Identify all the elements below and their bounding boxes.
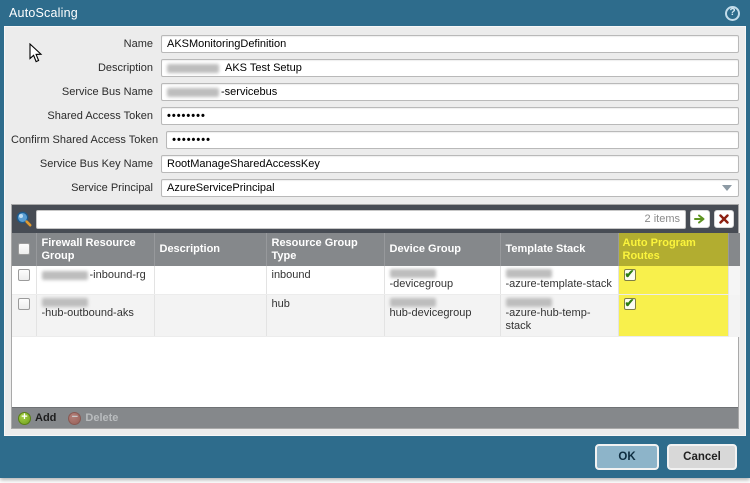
cell-device-group: hub-devicegroup bbox=[384, 295, 500, 337]
column-header-firewall-resource-group[interactable]: Firewall Resource Group bbox=[36, 233, 154, 266]
redacted-text bbox=[42, 298, 88, 307]
scrollbar-strip bbox=[728, 233, 740, 266]
service-bus-key-name-label: Service Bus Key Name bbox=[11, 158, 161, 170]
auto-program-routes-checkbox[interactable] bbox=[624, 298, 636, 310]
row-checkbox[interactable] bbox=[18, 298, 30, 310]
plus-icon: + bbox=[18, 412, 31, 425]
shared-access-token-field[interactable]: •••••••• bbox=[161, 107, 739, 125]
form-row-service-principal: Service Principal AzureServicePrincipal bbox=[11, 179, 739, 197]
cell-resource-group-type: hub bbox=[266, 295, 384, 337]
cell-description bbox=[154, 295, 266, 337]
minus-icon: − bbox=[68, 412, 81, 425]
dialog-content: Name AKSMonitoringDefinition Description… bbox=[4, 26, 746, 436]
clear-filter-button[interactable] bbox=[714, 210, 734, 228]
redacted-text bbox=[390, 269, 436, 278]
row-select-cell bbox=[12, 295, 36, 337]
redacted-text bbox=[506, 298, 552, 307]
service-bus-name-field[interactable]: -servicebus bbox=[161, 83, 739, 101]
table-row[interactable]: -inbound-rg inbound -devicegroup -azure-… bbox=[12, 266, 740, 295]
form-row-service-bus-name: Service Bus Name -servicebus bbox=[11, 83, 739, 101]
apply-filter-button[interactable] bbox=[690, 210, 710, 228]
cell-firewall-resource-group: -hub-outbound-aks bbox=[36, 295, 154, 337]
filter-text-input[interactable] bbox=[42, 212, 645, 227]
add-button[interactable]: + Add bbox=[18, 412, 56, 425]
redacted-text bbox=[167, 88, 219, 97]
cell-auto-program-routes bbox=[618, 295, 728, 337]
column-header-resource-group-type[interactable]: Resource Group Type bbox=[266, 233, 384, 266]
form-row-service-bus-key-name: Service Bus Key Name RootManageSharedAcc… bbox=[11, 155, 739, 173]
cell-device-group: -devicegroup bbox=[384, 266, 500, 295]
help-icon[interactable]: ? bbox=[725, 6, 740, 21]
cell-description bbox=[154, 266, 266, 295]
filter-input[interactable]: 2 items bbox=[36, 210, 686, 229]
column-header-description[interactable]: Description bbox=[154, 233, 266, 266]
description-field[interactable]: AKS Test Setup bbox=[161, 59, 739, 77]
shared-access-token-label: Shared Access Token bbox=[11, 110, 161, 122]
service-principal-dropdown[interactable]: AzureServicePrincipal bbox=[161, 179, 739, 197]
cell-template-stack: -azure-hub-temp-stack bbox=[500, 295, 618, 337]
dialog-footer: OK Cancel bbox=[0, 436, 750, 478]
cell-auto-program-routes bbox=[618, 266, 728, 295]
apply-filter-arrow-icon bbox=[694, 214, 706, 224]
row-select-cell bbox=[12, 266, 36, 295]
form-row-description: Description AKS Test Setup bbox=[11, 59, 739, 77]
table-toolbar: + Add − Delete bbox=[12, 407, 738, 428]
delete-button[interactable]: − Delete bbox=[68, 412, 118, 425]
column-header-device-group[interactable]: Device Group bbox=[384, 233, 500, 266]
form-row-shared-access-token: Shared Access Token •••••••• bbox=[11, 107, 739, 125]
search-icon bbox=[15, 210, 33, 228]
scrollbar-strip bbox=[728, 295, 740, 337]
ok-button[interactable]: OK bbox=[595, 444, 659, 470]
dialog-title: AutoScaling bbox=[9, 6, 78, 20]
form-row-confirm-shared-access-token: Confirm Shared Access Token •••••••• bbox=[11, 131, 739, 149]
form-row-name: Name AKSMonitoringDefinition bbox=[11, 35, 739, 53]
chevron-down-icon bbox=[722, 185, 732, 191]
cell-resource-group-type: inbound bbox=[266, 266, 384, 295]
column-header-template-stack[interactable]: Template Stack bbox=[500, 233, 618, 266]
cancel-button[interactable]: Cancel bbox=[667, 444, 737, 470]
resource-groups-table: Firewall Resource Group Description Reso… bbox=[12, 233, 740, 337]
description-label: Description bbox=[11, 62, 161, 74]
resource-groups-table-panel: 2 items Firewall Resource Group Descript… bbox=[11, 204, 739, 429]
table-filter-bar: 2 items bbox=[12, 205, 738, 233]
dialog-titlebar: AutoScaling ? bbox=[0, 0, 750, 26]
redacted-text bbox=[42, 271, 88, 280]
scrollbar-strip bbox=[728, 266, 740, 295]
autoscaling-dialog: AutoScaling ? Name AKSMonitoringDefiniti… bbox=[0, 0, 750, 478]
cell-template-stack: -azure-template-stack bbox=[500, 266, 618, 295]
service-principal-label: Service Principal bbox=[11, 182, 161, 194]
service-bus-key-name-field[interactable]: RootManageSharedAccessKey bbox=[161, 155, 739, 173]
items-count: 2 items bbox=[645, 213, 680, 225]
service-bus-name-label: Service Bus Name bbox=[11, 86, 161, 98]
autoscaling-form: Name AKSMonitoringDefinition Description… bbox=[11, 35, 739, 203]
confirm-shared-access-token-label: Confirm Shared Access Token bbox=[11, 134, 166, 146]
column-header-auto-program-routes[interactable]: Auto Program Routes bbox=[618, 233, 728, 266]
table-header-row: Firewall Resource Group Description Reso… bbox=[12, 233, 740, 266]
redacted-text bbox=[390, 298, 436, 307]
auto-program-routes-checkbox[interactable] bbox=[624, 269, 636, 281]
name-field[interactable]: AKSMonitoringDefinition bbox=[161, 35, 739, 53]
cell-firewall-resource-group: -inbound-rg bbox=[36, 266, 154, 295]
table-row[interactable]: -hub-outbound-aks hub hub-devicegroup -a… bbox=[12, 295, 740, 337]
select-all-checkbox[interactable] bbox=[18, 243, 30, 255]
redacted-text bbox=[506, 269, 552, 278]
clear-filter-x-icon bbox=[719, 214, 729, 224]
confirm-shared-access-token-field[interactable]: •••••••• bbox=[166, 131, 739, 149]
redacted-text bbox=[167, 64, 219, 73]
table-empty-area bbox=[12, 337, 738, 407]
row-checkbox[interactable] bbox=[18, 269, 30, 281]
select-all-checkbox-cell bbox=[12, 233, 36, 266]
name-label: Name bbox=[11, 38, 161, 50]
